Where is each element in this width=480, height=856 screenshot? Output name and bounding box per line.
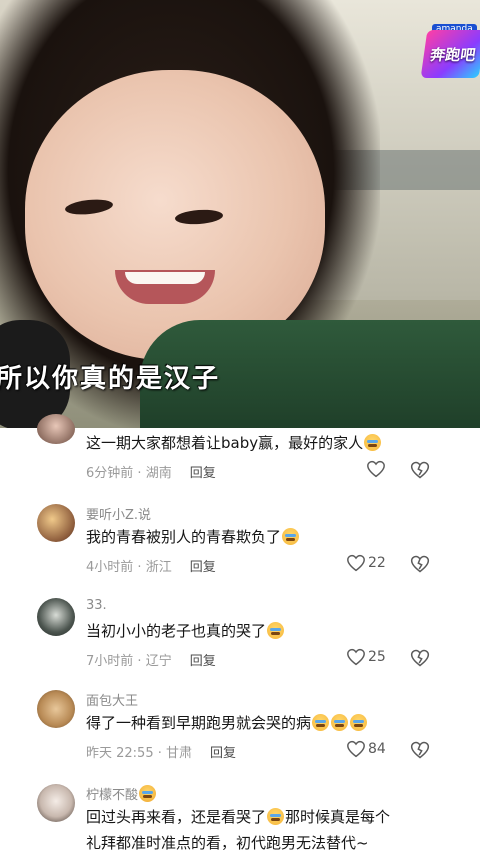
crying-emoji-icon bbox=[331, 714, 349, 731]
comment-text: 当初小小的老子也真的哭了 bbox=[86, 618, 436, 644]
comment-text: 我的青春被别人的青春欺负了 bbox=[86, 524, 436, 550]
comment-text-body: 当初小小的老子也真的哭了 bbox=[86, 622, 267, 640]
avatar[interactable] bbox=[37, 598, 75, 636]
comment-text: 回过头再来看，还是看哭了 那时候真是每个 礼拜都准时准点的看，初代跑男无法替代~ bbox=[86, 804, 436, 856]
comment-meta: 4小时前 · 浙江 回复 bbox=[86, 560, 216, 575]
emoji-icon bbox=[139, 785, 157, 802]
dislike-heart-icon[interactable] bbox=[410, 740, 430, 760]
comment-meta: 6分钟前 · 湖南 回复 bbox=[86, 466, 216, 481]
show-logo: 奔跑吧 bbox=[420, 30, 480, 78]
comment-location: 辽宁 bbox=[145, 654, 172, 669]
like-count: 25 bbox=[368, 649, 386, 665]
heart-icon bbox=[347, 740, 365, 758]
comment-text-body: 我的青春被别人的青春欺负了 bbox=[86, 528, 282, 546]
crying-emoji-icon bbox=[282, 528, 300, 545]
avatar[interactable] bbox=[37, 784, 75, 822]
comment-time: 6分钟前 bbox=[86, 466, 134, 481]
dislike-heart-icon[interactable] bbox=[410, 554, 430, 574]
comment-username[interactable]: 要听小Z.说 bbox=[86, 504, 151, 523]
reply-button[interactable]: 回复 bbox=[190, 466, 216, 481]
avatar[interactable] bbox=[37, 504, 75, 542]
reply-button[interactable]: 回复 bbox=[190, 560, 216, 575]
comment-text: 这一期大家都想着让baby赢，最好的家人 bbox=[86, 430, 436, 456]
comment-text: 得了一种看到早期跑男就会哭的病 bbox=[86, 710, 436, 736]
heart-icon bbox=[347, 554, 365, 572]
comment-meta: 7小时前 · 辽宁 回复 bbox=[86, 654, 216, 669]
heart-icon bbox=[367, 460, 385, 478]
reply-button[interactable]: 回复 bbox=[210, 746, 236, 761]
crying-emoji-icon bbox=[267, 622, 285, 639]
comment-text-body: 礼拜都准时准点的看，初代跑男无法替代~ bbox=[86, 834, 369, 852]
person-face bbox=[25, 70, 325, 360]
crying-emoji-icon bbox=[350, 714, 368, 731]
comment-username[interactable]: 33. bbox=[86, 598, 107, 613]
comment-username[interactable]: 面包大王 bbox=[86, 690, 138, 709]
video-subtitle: 所以你真的是汉子 bbox=[0, 364, 221, 394]
dislike-heart-icon[interactable] bbox=[410, 648, 430, 668]
avatar[interactable] bbox=[37, 690, 75, 728]
comment-location: 甘肃 bbox=[166, 746, 193, 761]
comment-text-body: 得了一种看到早期跑男就会哭的病 bbox=[86, 714, 312, 732]
teeth bbox=[125, 272, 205, 284]
comment-time: 昨天 22:55 bbox=[86, 746, 154, 761]
comment-username[interactable]: 柠檬不酸 bbox=[86, 784, 157, 803]
like-count: 84 bbox=[368, 741, 386, 757]
comment-text-body: 那时候真是每个 bbox=[285, 808, 391, 826]
crying-emoji-icon bbox=[312, 714, 330, 731]
right-eye bbox=[174, 208, 224, 226]
like-count: 22 bbox=[368, 555, 386, 571]
reply-button[interactable]: 回复 bbox=[190, 654, 216, 669]
comment-text-body: 回过头再来看，还是看哭了 bbox=[86, 808, 267, 826]
comment-text-body: 这一期大家都想着让baby赢，最好的家人 bbox=[86, 434, 364, 452]
comment-time: 4小时前 bbox=[86, 560, 134, 575]
like-button[interactable]: 84 bbox=[346, 740, 386, 758]
dislike-heart-icon[interactable] bbox=[410, 460, 430, 480]
avatar[interactable] bbox=[37, 414, 75, 444]
comment-location: 湖南 bbox=[145, 466, 172, 481]
crying-emoji-icon bbox=[267, 808, 285, 825]
like-button[interactable]: 22 bbox=[346, 554, 386, 572]
comment-username-text: 柠檬不酸 bbox=[86, 788, 139, 803]
crying-emoji-icon bbox=[364, 434, 382, 451]
video-player[interactable]: amanda 奔跑吧 所以你真的是汉子 bbox=[0, 0, 480, 428]
left-eye bbox=[64, 197, 114, 217]
comment-location: 浙江 bbox=[145, 560, 172, 575]
like-button[interactable]: 25 bbox=[346, 648, 386, 666]
comment-time: 7小时前 bbox=[86, 654, 134, 669]
comment-meta: 昨天 22:55 · 甘肃 回复 bbox=[86, 746, 237, 761]
like-button[interactable] bbox=[366, 460, 386, 478]
heart-icon bbox=[347, 648, 365, 666]
